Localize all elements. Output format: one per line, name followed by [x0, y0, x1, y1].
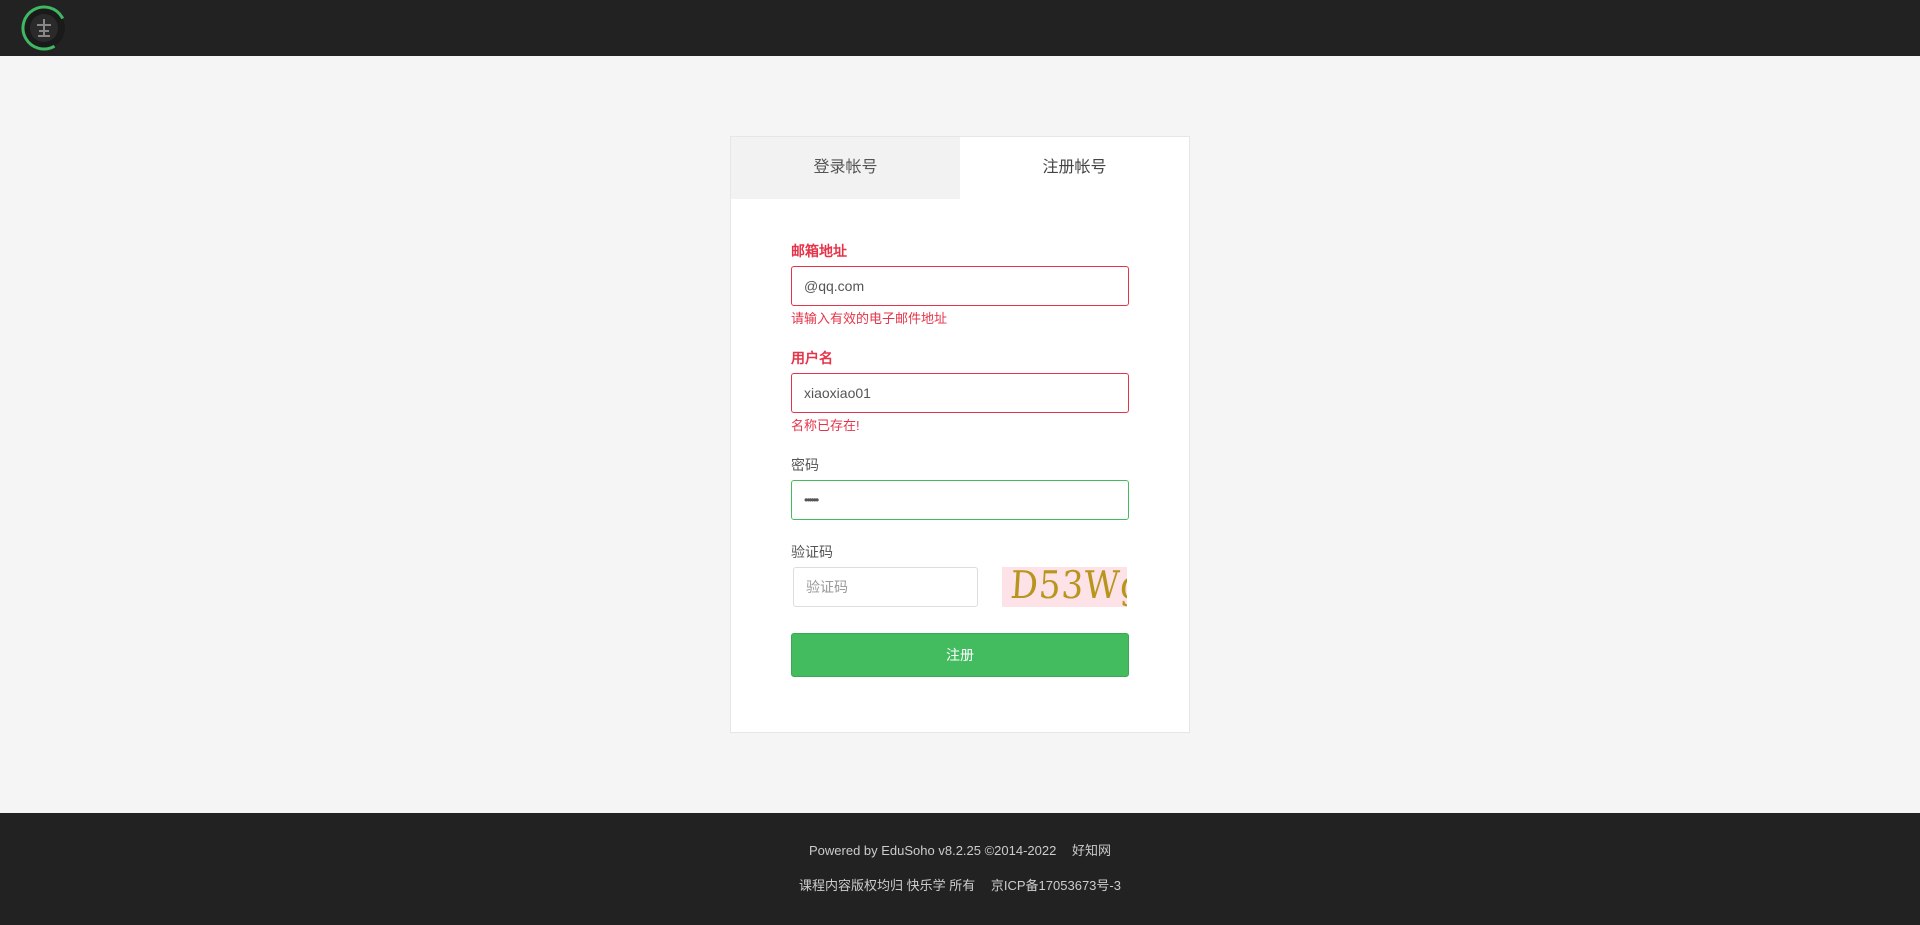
footer-line-2: 课程内容版权均归 快乐学 所有 京ICP备17053673号-3	[0, 875, 1920, 894]
password-label: 密码	[791, 457, 819, 473]
username-error-message: 名称已存在!	[791, 418, 860, 433]
page-footer: Powered by EduSoho v8.2.25 ©2014-2022 好知…	[0, 813, 1920, 925]
powered-by-text: Powered by EduSoho v8.2.25 ©2014-2022	[808, 843, 1057, 858]
icp-link[interactable]: 京ICP备17053673号-3	[991, 878, 1121, 893]
username-label: 用户名	[791, 350, 833, 366]
password-field[interactable]: ••••••	[791, 480, 1129, 520]
footer-site-link[interactable]: 好知网	[1072, 843, 1111, 858]
email-field[interactable]	[791, 266, 1129, 306]
site-logo-icon[interactable]	[19, 5, 69, 51]
email-error-message: 请输入有效的电子邮件地址	[791, 311, 948, 326]
copyright-text: 课程内容版权均归 快乐学 所有	[799, 878, 976, 893]
tab-register[interactable]: 注册帐号	[960, 137, 1189, 199]
captcha-input[interactable]	[793, 567, 978, 607]
footer-line-1: Powered by EduSoho v8.2.25 ©2014-2022 好知…	[0, 840, 1920, 859]
auth-card: 登录帐号 注册帐号 邮箱地址 请输入有效的电子邮件地址 用户名 名称已存在! 密…	[730, 136, 1190, 733]
captcha-image-text: D53Wg	[1009, 567, 1127, 607]
email-label: 邮箱地址	[791, 243, 847, 259]
auth-tabs: 登录帐号 注册帐号	[731, 137, 1189, 199]
username-field[interactable]	[791, 373, 1129, 413]
top-navbar	[0, 0, 1920, 56]
register-button[interactable]: 注册	[791, 633, 1129, 677]
captcha-label: 验证码	[791, 544, 833, 560]
tab-login[interactable]: 登录帐号	[731, 137, 960, 199]
captcha-image[interactable]: D53Wg	[1002, 567, 1127, 607]
